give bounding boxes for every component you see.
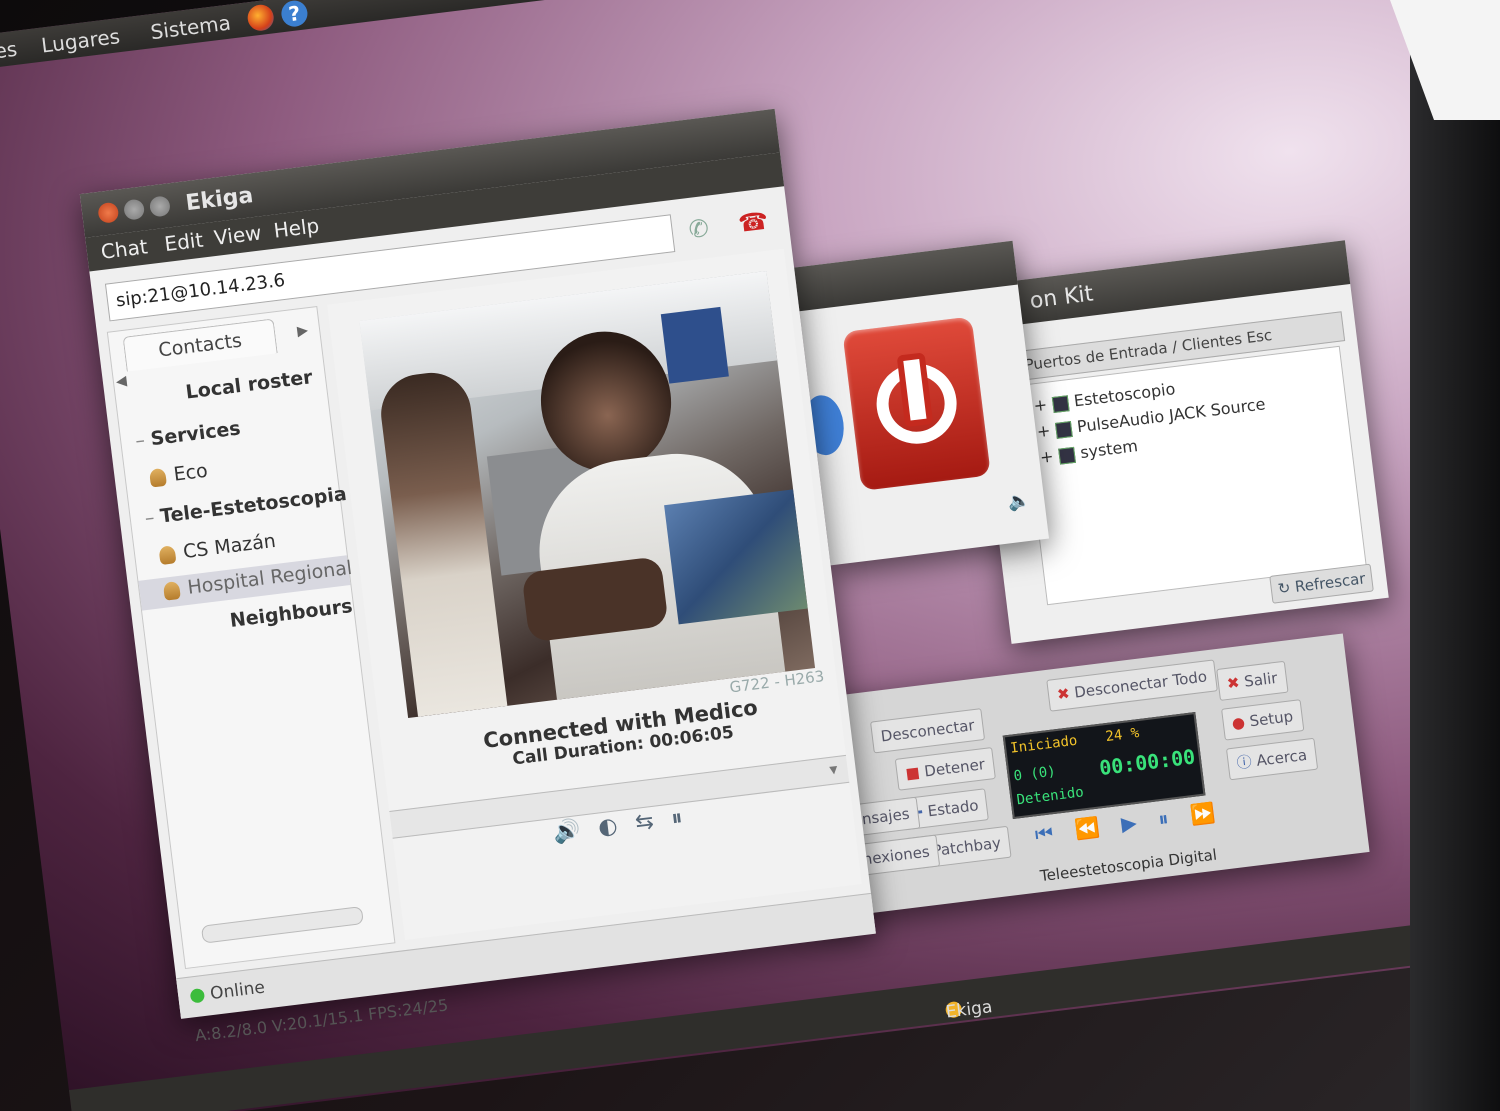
volume-icon[interactable]: 🔊	[552, 818, 582, 846]
panel-places-menu[interactable]: Lugares	[40, 24, 121, 57]
port-item[interactable]: + system	[1039, 436, 1139, 467]
presence-status[interactable]: Online	[189, 978, 266, 1007]
help-icon[interactable]: ?	[279, 0, 309, 29]
chevron-down-icon[interactable]: ▾	[828, 759, 838, 779]
menu-chat[interactable]: Chat	[100, 234, 149, 264]
contact-cs-mazan[interactable]: CS Mazán	[158, 530, 277, 566]
transfer-icon[interactable]: ⇆	[634, 809, 655, 836]
contact-eco[interactable]: Eco	[148, 460, 209, 489]
lcd-xruns: 0 (0)	[1012, 763, 1057, 785]
roster-heading-local: Local roster	[184, 366, 314, 404]
transport-display: Iniciado 24 % 00:00:00 0 (0) Detenido	[1002, 712, 1206, 820]
desktop: nes Lugares Sistema ? on Kit Puertos de …	[0, 0, 1500, 1111]
group-tele-estetoscopia[interactable]: – Tele-Estetoscopia	[144, 483, 348, 530]
tab-scroll-left-icon[interactable]: ◀	[115, 373, 128, 390]
top-panel: nes Lugares Sistema ?	[0, 0, 1493, 74]
contact-icon	[162, 580, 181, 601]
lcd-state: Iniciado	[1009, 732, 1079, 757]
play-icon[interactable]: ▶	[1120, 807, 1160, 835]
rewind-start-icon[interactable]: ⏮	[1034, 818, 1077, 847]
lcd-transport-state: Detenido	[1015, 784, 1085, 809]
ekiga-window: Ekiga Chat Edit View Help sip:21@10.14.2…	[79, 108, 876, 1045]
menu-help[interactable]: Help	[272, 213, 320, 242]
setup-button[interactable]: ● Setup	[1221, 699, 1304, 741]
disconnect-all-button[interactable]: ✖ Desconectar Todo	[1046, 659, 1218, 712]
horizontal-scrollbar[interactable]	[200, 906, 364, 944]
about-button[interactable]: ⓘ Acerca	[1225, 737, 1318, 781]
speaker-icon: 🔈	[1006, 489, 1032, 514]
roster-heading-neighbours: Neighbours	[228, 595, 354, 632]
video-settings-icon[interactable]: ◐	[597, 813, 619, 840]
forward-icon[interactable]: ⏩	[1189, 798, 1238, 828]
group-services[interactable]: – Services	[134, 417, 242, 452]
call-pane: Connected with Medico Call Duration: 00:…	[327, 248, 862, 941]
monitor-bezel	[1410, 0, 1500, 1111]
lcd-time: 00:00:00	[1097, 744, 1197, 781]
contact-icon	[158, 544, 177, 565]
rewind-icon[interactable]: ⏪	[1073, 812, 1122, 842]
call-icon[interactable]: ✆	[687, 214, 710, 244]
local-video-preview	[664, 489, 808, 625]
shutdown-dialog: 🔈	[794, 240, 1050, 566]
contact-icon	[148, 467, 167, 488]
expand-icon[interactable]: +	[1039, 446, 1060, 466]
menu-edit[interactable]: Edit	[163, 228, 204, 257]
port-list: + Estetoscopio + PulseAudio JACK Source …	[1020, 345, 1367, 606]
disconnect-button[interactable]: Desconectar	[870, 708, 986, 754]
window-label: Teleestetoscopia Digital	[1039, 845, 1218, 886]
window-title: Ekiga	[184, 183, 255, 217]
panel-system-menu[interactable]: Sistema	[149, 11, 232, 45]
pause-icon[interactable]: ⏸	[1157, 804, 1192, 832]
remote-video	[359, 271, 816, 719]
menu-view[interactable]: View	[213, 220, 263, 250]
lcd-percent: 24 %	[1104, 725, 1141, 746]
online-icon	[189, 987, 206, 1004]
port-icon	[1051, 394, 1070, 413]
close-icon[interactable]	[97, 201, 120, 224]
stop-button[interactable]: ■ Detener	[894, 747, 996, 791]
firefox-icon[interactable]	[246, 3, 276, 33]
tab-scroll-right-icon[interactable]: ▶	[296, 322, 309, 339]
power-icon[interactable]	[842, 316, 991, 492]
quit-button[interactable]: ✖ Salir	[1216, 660, 1289, 701]
expand-icon[interactable]: +	[1033, 394, 1054, 415]
hold-icon[interactable]: ⏸	[670, 805, 684, 831]
maximize-icon[interactable]	[148, 195, 172, 218]
port-icon	[1054, 420, 1073, 439]
jack-control-panel: ✖ Desconectar Todo Desconectar ■ Detener…	[786, 633, 1370, 921]
expand-icon[interactable]: +	[1036, 420, 1057, 441]
port-label: system	[1079, 436, 1139, 463]
monitor-photo: nes Lugares Sistema ? on Kit Puertos de …	[0, 0, 1500, 1111]
shutdown-titlebar	[794, 240, 1018, 312]
tab-contacts[interactable]: Contacts	[122, 318, 278, 372]
port-label: Estetoscopio	[1072, 379, 1177, 411]
panel-applications-menu[interactable]: nes	[0, 37, 19, 65]
jack-title: on Kit	[1028, 281, 1095, 315]
minimize-icon[interactable]	[122, 198, 146, 221]
hangup-icon[interactable]: ☎	[737, 207, 770, 238]
port-icon	[1057, 446, 1076, 465]
